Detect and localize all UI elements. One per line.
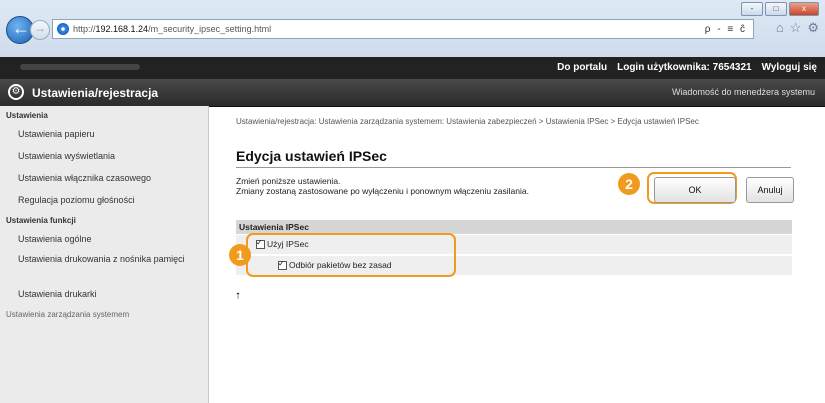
description: Zmień poniższe ustawienia. Zmiany zostan… (236, 176, 529, 196)
section-header-ipsec: Ustawienia IPSec (236, 220, 792, 234)
sidebar-section-settings: Ustawienia (6, 111, 48, 120)
settings-title: Ustawienia/rejestracja (32, 86, 159, 100)
sidebar-item-paper[interactable]: Ustawienia papieru (0, 123, 208, 145)
forward-button[interactable] (30, 20, 50, 40)
browser-icons: ⌂ ☆ ⚙ (776, 20, 819, 36)
ie-page-icon (57, 23, 69, 35)
cancel-button[interactable]: Anuluj (746, 177, 794, 203)
description-line-2: Zmiany zostaną zastosowane po wyłączeniu… (236, 186, 529, 196)
callout-marker-1: 1 (229, 244, 251, 266)
device-name-blurred (20, 64, 140, 70)
home-icon[interactable]: ⌂ (776, 20, 784, 36)
title-divider (236, 167, 791, 168)
sidebar-item-display[interactable]: Ustawienia wyświetlania (0, 145, 208, 167)
window-controls: - □ x (741, 2, 819, 16)
ok-button[interactable]: OK (654, 177, 736, 203)
settings-header: ⚙ Ustawienia/rejestracja Wiadomość do me… (0, 79, 825, 107)
callout-marker-2: 2 (618, 173, 640, 195)
close-button[interactable]: x (789, 2, 819, 16)
sidebar: Ustawienia Ustawienia papieru Ustawienia… (0, 106, 209, 403)
address-search-refresh-icon[interactable]: ρ - ≡ ĉ (705, 24, 747, 35)
to-top-icon[interactable]: ⭡ (236, 291, 240, 302)
address-url: http://192.168.1.24/m_security_ipsec_set… (73, 24, 272, 34)
settings-gear-icon: ⚙ (8, 84, 24, 100)
sidebar-item-printer[interactable]: Ustawienia drukarki (0, 283, 208, 305)
main-content: Ustawienia/rejestracja: Ustawienia zarzą… (208, 106, 825, 403)
minimize-button[interactable]: - (741, 2, 763, 16)
message-to-admin-link[interactable]: Wiadomość do menedżera systemu (672, 87, 815, 97)
address-bar[interactable]: http://192.168.1.24/m_security_ipsec_set… (52, 19, 754, 39)
favorites-star-icon[interactable]: ☆ (790, 20, 802, 36)
sidebar-section-functions: Ustawienia funkcji (6, 216, 76, 225)
login-user: Login użytkownika: 7654321 (617, 62, 752, 73)
browser-toolbar: - □ x http://192.168.1.24/m_security_ips… (0, 0, 825, 58)
sidebar-item-general[interactable]: Ustawienia ogólne (0, 228, 208, 250)
sidebar-item-volume[interactable]: Regulacja poziomu głośności (0, 189, 208, 211)
page-title: Edycja ustawień IPSec (236, 148, 387, 164)
sidebar-section-system[interactable]: Ustawienia zarządzania systemem (0, 305, 208, 322)
description-line-1: Zmień poniższe ustawienia. (236, 176, 341, 186)
portal-header: Do portalu Login użytkownika: 7654321 Wy… (0, 57, 825, 79)
maximize-button[interactable]: □ (765, 2, 787, 16)
settings-gear-icon[interactable]: ⚙ (807, 20, 819, 36)
breadcrumb: Ustawienia/rejestracja: Ustawienia zarzą… (236, 117, 699, 126)
callout-highlight-checkboxes (246, 233, 456, 277)
portal-link[interactable]: Do portalu (557, 62, 607, 73)
logout-link[interactable]: Wyloguj się (762, 62, 817, 73)
sidebar-item-timer[interactable]: Ustawienia włącznika czasowego (0, 167, 208, 189)
sidebar-item-memory-print[interactable]: Ustawienia drukowania z nośnika pamięci (0, 250, 208, 283)
